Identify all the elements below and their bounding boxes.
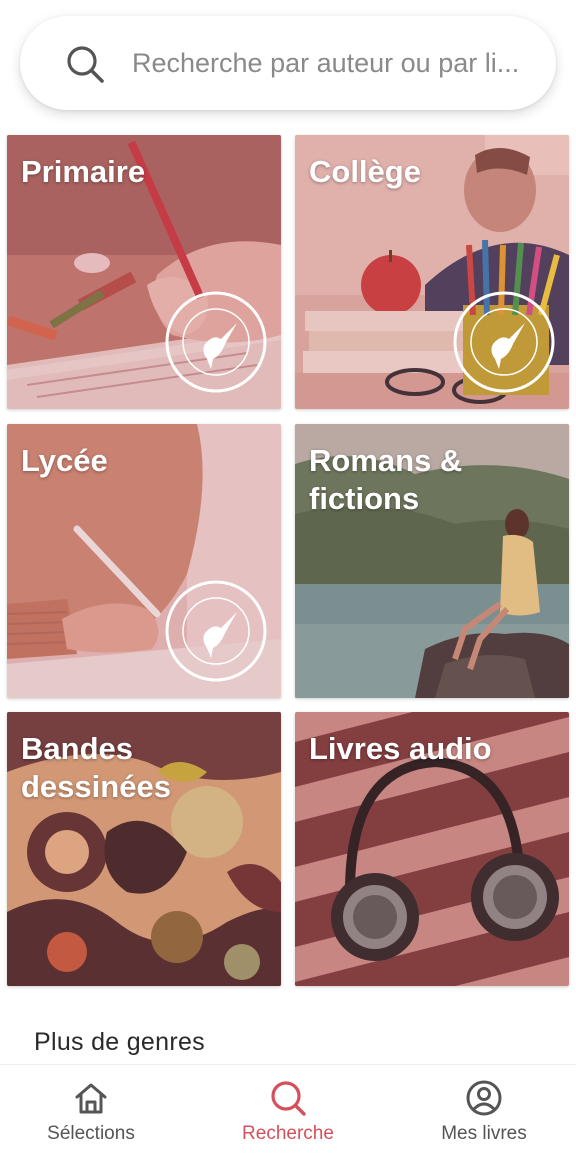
profile-icon [466, 1080, 502, 1116]
home-icon [75, 1083, 107, 1114]
more-genres-link[interactable]: Plus de genres [34, 1028, 205, 1057]
tile-label-romans-fictions: Romans & fictions [309, 443, 463, 516]
search-bar[interactable]: Recherche par auteur ou par li... [20, 16, 556, 110]
youboox-academie-logo [165, 580, 267, 682]
nav-item-mes-livres[interactable]: Mes livres [388, 1065, 576, 1156]
nav-label-selections: Sélections [47, 1123, 135, 1144]
category-tile-bandes-dessinees[interactable]: Bandes dessinées [7, 712, 281, 986]
search-input[interactable]: Recherche par auteur ou par li... [132, 16, 542, 110]
search-icon [271, 1081, 306, 1116]
category-tile-college[interactable]: Collège [295, 135, 569, 409]
bottom-navigation: Sélections Recherche Mes livres [0, 1064, 576, 1156]
search-icon [67, 46, 104, 83]
nav-item-selections[interactable]: Sélections [0, 1065, 187, 1156]
youboox-academie-logo [453, 291, 555, 393]
youboox-academie-logo [165, 291, 267, 393]
category-tile-primaire[interactable]: Primaire [7, 135, 281, 409]
tile-label-lycee: Lycée [21, 443, 108, 478]
tile-label-college: Collège [309, 154, 421, 189]
tile-label-bandes-dessinees: Bandes dessinées [21, 731, 171, 804]
tile-label-primaire: Primaire [21, 154, 146, 189]
nav-label-mes-livres: Mes livres [441, 1123, 527, 1144]
tile-label-livres-audio: Livres audio [309, 731, 492, 766]
category-tile-livres-audio[interactable]: Livres audio [295, 712, 569, 986]
category-tile-romans-fictions[interactable]: Romans & fictions [295, 424, 569, 698]
category-tile-lycee[interactable]: Lycée [7, 424, 281, 698]
nav-label-recherche: Recherche [242, 1123, 334, 1144]
nav-item-recherche[interactable]: Recherche [192, 1065, 384, 1156]
